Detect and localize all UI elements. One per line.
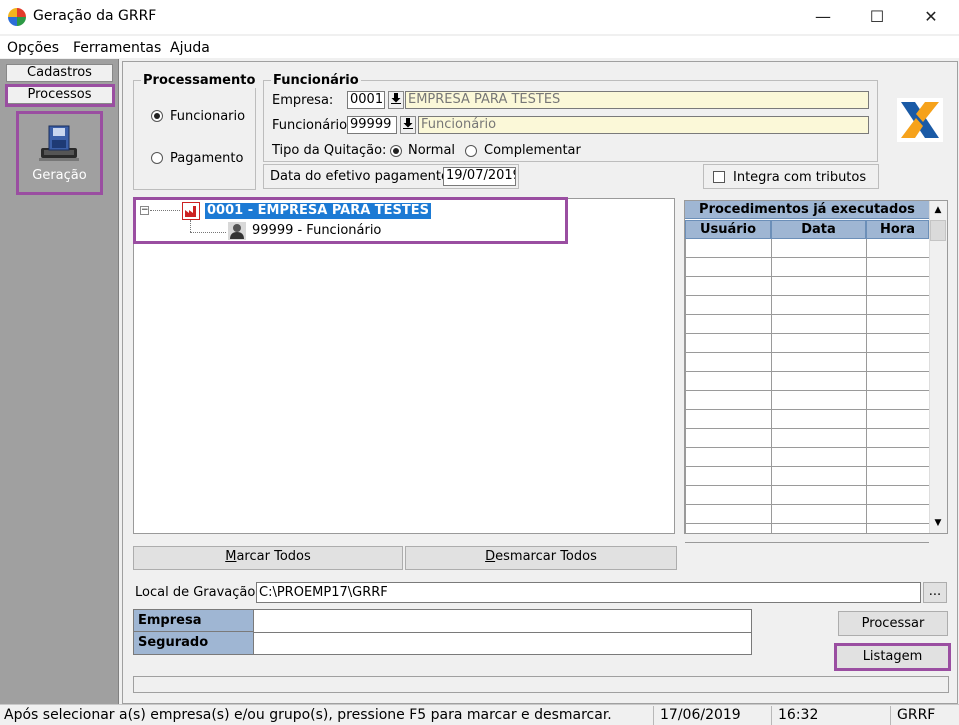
marcar-accel: M	[225, 549, 237, 564]
scroll-thumb[interactable]	[930, 220, 946, 241]
status-time: 16:32	[771, 706, 887, 725]
funcionario-title: Funcionário	[271, 73, 361, 88]
grid-row	[685, 505, 929, 524]
data-pagamento-label: Data do efetivo pagamento.:	[270, 169, 458, 184]
processamento-group	[133, 80, 256, 190]
maximize-button[interactable]: ☐	[854, 0, 900, 32]
info-divider	[254, 632, 751, 633]
radio-complementar-label: Complementar	[484, 143, 581, 158]
caixa-logo-icon	[897, 98, 943, 142]
radio-funcionario-label: Funcionario	[170, 109, 246, 124]
progress-bar	[133, 676, 949, 693]
radio-complementar[interactable]	[465, 145, 477, 157]
data-pagamento-input[interactable]: 19/07/2019	[443, 167, 516, 186]
menu-ferramentas[interactable]: Ferramentas	[73, 40, 161, 56]
grid-row	[685, 334, 929, 353]
grid-row	[685, 353, 929, 372]
grid-row	[685, 467, 929, 486]
integra-label: Integra com tributos	[733, 170, 867, 185]
window-title: Geração da GRRF	[33, 8, 157, 24]
funcionario-name-field: Funcionário	[418, 116, 869, 134]
col-usuario: Usuário	[685, 220, 771, 239]
empresa-tree[interactable]	[133, 198, 675, 534]
grid-row	[685, 277, 929, 296]
grid-row	[685, 258, 929, 277]
grid-row	[685, 486, 929, 505]
grid-row	[685, 296, 929, 315]
grid-col-line	[771, 239, 772, 533]
funcionario-code-input[interactable]: 99999	[347, 116, 397, 134]
info-empresa-label: Empresa	[134, 610, 254, 632]
empresa-code-input[interactable]: 0001	[347, 91, 385, 109]
close-button[interactable]: ✕	[908, 0, 954, 32]
radio-normal[interactable]	[390, 145, 402, 157]
grid-row	[685, 524, 929, 543]
processar-button[interactable]: Processar	[838, 611, 948, 636]
highlight-processos	[5, 84, 115, 107]
menu-ajuda[interactable]: Ajuda	[170, 40, 210, 56]
local-gravacao-input[interactable]: C:\PROEMP17\GRRF	[256, 582, 921, 603]
empresa-label: Empresa:	[272, 93, 334, 108]
radio-funcionario[interactable]	[151, 110, 163, 122]
grid-row	[685, 429, 929, 448]
status-module: GRRF	[890, 706, 959, 725]
funcionario-lookup-button[interactable]	[400, 116, 416, 134]
geracao-label: Geração	[32, 168, 87, 183]
procedimentos-rows	[685, 239, 929, 543]
tipo-quitacao-label: Tipo da Quitação:	[272, 143, 387, 158]
listagem-button[interactable]: Listagem	[834, 643, 951, 671]
grid-row	[685, 239, 929, 258]
app-logo-icon	[8, 8, 26, 26]
procedimentos-scrollbar[interactable]	[929, 201, 947, 533]
grid-row	[685, 315, 929, 334]
marcar-todos-button[interactable]: Marcar Todos	[133, 546, 403, 570]
download-arrow-icon	[403, 118, 413, 129]
scroll-up-icon[interactable]: ▲	[931, 203, 945, 217]
info-segurado-label: Segurado	[134, 632, 254, 654]
grid-row	[685, 391, 929, 410]
desmarcar-accel: D	[485, 549, 496, 564]
grid-row	[685, 372, 929, 391]
download-arrow-icon	[391, 93, 401, 104]
computer-disk-icon	[39, 125, 79, 161]
processamento-title: Processamento	[141, 73, 258, 88]
scroll-down-icon[interactable]: ▼	[931, 516, 945, 530]
grid-row	[685, 448, 929, 467]
integra-checkbox[interactable]	[713, 171, 725, 183]
local-gravacao-label: Local de Gravação	[135, 585, 256, 600]
status-message: Após selecionar a(s) empresa(s) e/ou gru…	[4, 707, 612, 723]
grid-col-line	[866, 239, 867, 533]
funcionario-label: Funcionário:	[272, 118, 352, 133]
browse-button[interactable]: ...	[923, 582, 947, 603]
col-data: Data	[771, 220, 866, 239]
menu-opcoes[interactable]: Opções	[7, 40, 59, 56]
grid-col-line	[685, 239, 686, 533]
status-date: 17/06/2019	[653, 706, 769, 725]
marcar-label: arcar Todos	[236, 549, 311, 564]
empresa-lookup-button[interactable]	[388, 91, 404, 109]
minimize-button[interactable]: —	[800, 0, 846, 32]
empresa-name-field: EMPRESA PARA TESTES	[405, 91, 869, 109]
highlight-tree	[133, 197, 568, 244]
radio-pagamento[interactable]	[151, 152, 163, 164]
tab-cadastros[interactable]: Cadastros	[6, 64, 113, 82]
radio-pagamento-label: Pagamento	[170, 151, 244, 166]
radio-normal-label: Normal	[408, 143, 456, 158]
procedimentos-title: Procedimentos já executados	[685, 201, 929, 219]
col-hora: Hora	[866, 220, 929, 239]
desmarcar-todos-button[interactable]: Desmarcar Todos	[405, 546, 677, 570]
grid-row	[685, 410, 929, 429]
desmarcar-label: esmarcar Todos	[495, 549, 597, 564]
